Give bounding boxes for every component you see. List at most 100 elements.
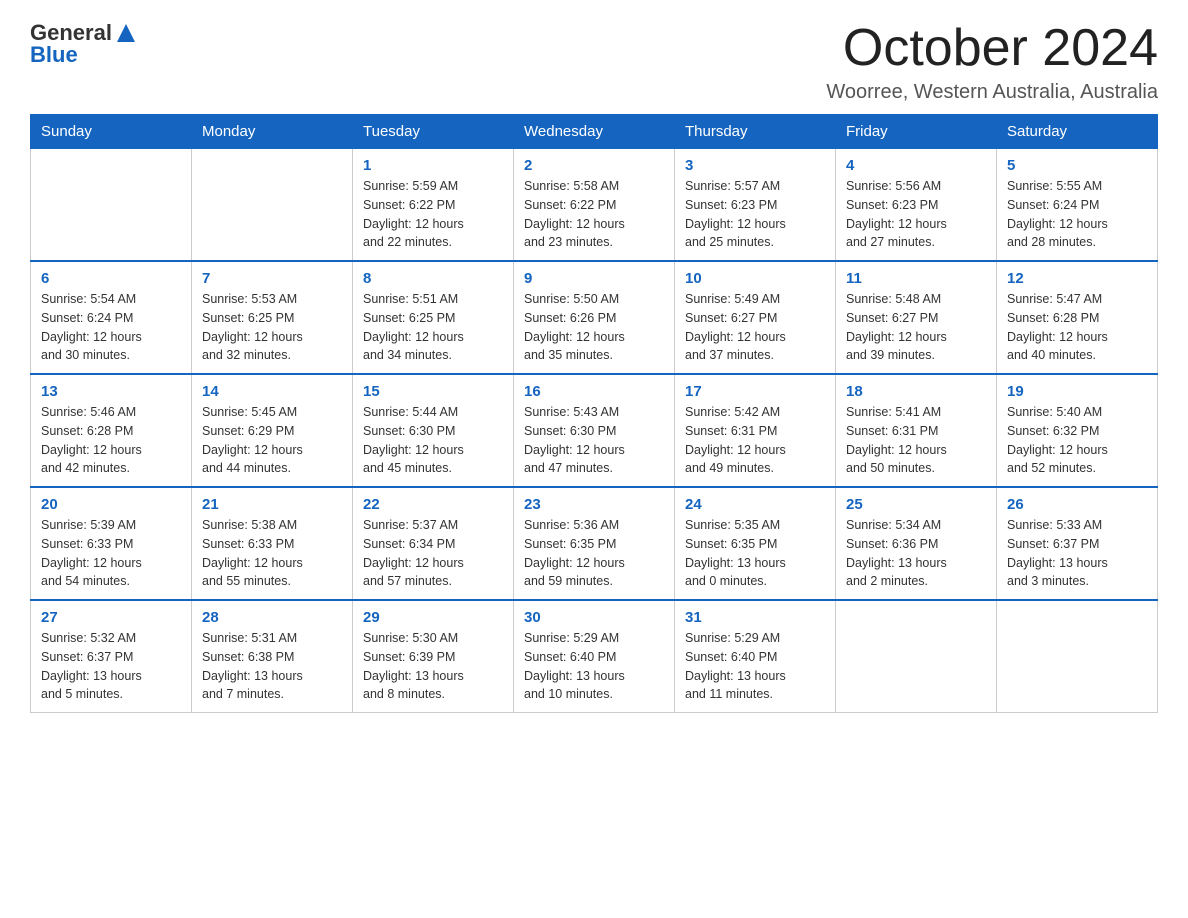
logo: General Blue bbox=[30, 20, 137, 68]
calendar-table: SundayMondayTuesdayWednesdayThursdayFrid… bbox=[30, 114, 1158, 713]
day-info: Sunrise: 5:43 AMSunset: 6:30 PMDaylight:… bbox=[524, 403, 664, 478]
calendar-cell: 15Sunrise: 5:44 AMSunset: 6:30 PMDayligh… bbox=[353, 374, 514, 487]
day-info: Sunrise: 5:37 AMSunset: 6:34 PMDaylight:… bbox=[363, 516, 503, 591]
day-number: 16 bbox=[524, 383, 664, 400]
day-info: Sunrise: 5:33 AMSunset: 6:37 PMDaylight:… bbox=[1007, 516, 1147, 591]
day-number: 14 bbox=[202, 383, 342, 400]
calendar-cell: 1 Sunrise: 5:59 AMSunset: 6:22 PMDaylight… bbox=[353, 149, 514, 262]
day-info: Sunrise: 5:57 AMSunset: 6:23 PMDaylight:… bbox=[685, 177, 825, 252]
day-info: Sunrise: 5:46 AMSunset: 6:28 PMDaylight:… bbox=[41, 403, 181, 478]
calendar-cell: 13 Sunrise: 5:46 AMSunset: 6:28 PMDayligh… bbox=[31, 374, 192, 487]
calendar-day-header: Wednesday bbox=[514, 115, 675, 149]
calendar-day-header: Tuesday bbox=[353, 115, 514, 149]
day-info: Sunrise: 5:40 AMSunset: 6:32 PMDaylight:… bbox=[1007, 403, 1147, 478]
calendar-cell bbox=[31, 149, 192, 262]
calendar-cell: 10 Sunrise: 5:49 AMSunset: 6:27 PMDayligh… bbox=[675, 261, 836, 374]
day-number: 24 bbox=[685, 496, 825, 513]
day-info: Sunrise: 5:29 AMSunset: 6:40 PMDaylight:… bbox=[524, 629, 664, 704]
calendar-cell: 7 Sunrise: 5:53 AMSunset: 6:25 PMDaylight… bbox=[192, 261, 353, 374]
day-info: Sunrise: 5:45 AMSunset: 6:29 PMDaylight:… bbox=[202, 403, 342, 478]
day-number: 1 bbox=[363, 157, 503, 174]
day-info: Sunrise: 5:49 AMSunset: 6:27 PMDaylight:… bbox=[685, 290, 825, 365]
page-title: October 2024 bbox=[826, 20, 1158, 77]
day-number: 31 bbox=[685, 609, 825, 626]
day-number: 29 bbox=[363, 609, 503, 626]
day-info: Sunrise: 5:58 AMSunset: 6:22 PMDaylight:… bbox=[524, 177, 664, 252]
calendar-cell: 19 Sunrise: 5:40 AMSunset: 6:32 PMDayligh… bbox=[997, 374, 1158, 487]
day-info: Sunrise: 5:59 AMSunset: 6:22 PMDaylight:… bbox=[363, 177, 503, 252]
title-section: October 2024 Woorree, Western Australia,… bbox=[826, 20, 1158, 104]
calendar-week-row: 6Sunrise: 5:54 AMSunset: 6:24 PMDaylight… bbox=[31, 261, 1158, 374]
day-number: 12 bbox=[1007, 270, 1147, 287]
calendar-cell: 5Sunrise: 5:55 AMSunset: 6:24 PMDaylight… bbox=[997, 149, 1158, 262]
calendar-cell bbox=[836, 600, 997, 713]
calendar-cell: 31 Sunrise: 5:29 AMSunset: 6:40 PMDayligh… bbox=[675, 600, 836, 713]
calendar-cell: 24 Sunrise: 5:35 AMSunset: 6:35 PMDayligh… bbox=[675, 487, 836, 600]
day-info: Sunrise: 5:36 AMSunset: 6:35 PMDaylight:… bbox=[524, 516, 664, 591]
day-info: Sunrise: 5:44 AMSunset: 6:30 PMDaylight:… bbox=[363, 403, 503, 478]
calendar-cell: 11Sunrise: 5:48 AMSunset: 6:27 PMDayligh… bbox=[836, 261, 997, 374]
day-info: Sunrise: 5:48 AMSunset: 6:27 PMDaylight:… bbox=[846, 290, 986, 365]
day-number: 21 bbox=[202, 496, 342, 513]
calendar-cell: 3 Sunrise: 5:57 AMSunset: 6:23 PMDaylight… bbox=[675, 149, 836, 262]
calendar-cell: 27 Sunrise: 5:32 AMSunset: 6:37 PMDayligh… bbox=[31, 600, 192, 713]
day-number: 30 bbox=[524, 609, 664, 626]
calendar-cell bbox=[997, 600, 1158, 713]
calendar-day-header: Monday bbox=[192, 115, 353, 149]
calendar-cell: 8 Sunrise: 5:51 AMSunset: 6:25 PMDaylight… bbox=[353, 261, 514, 374]
calendar-cell: 2 Sunrise: 5:58 AMSunset: 6:22 PMDaylight… bbox=[514, 149, 675, 262]
day-number: 2 bbox=[524, 157, 664, 174]
day-number: 3 bbox=[685, 157, 825, 174]
day-number: 19 bbox=[1007, 383, 1147, 400]
calendar-day-header: Friday bbox=[836, 115, 997, 149]
calendar-cell: 28 Sunrise: 5:31 AMSunset: 6:38 PMDayligh… bbox=[192, 600, 353, 713]
day-info: Sunrise: 5:50 AMSunset: 6:26 PMDaylight:… bbox=[524, 290, 664, 365]
calendar-cell: 30 Sunrise: 5:29 AMSunset: 6:40 PMDayligh… bbox=[514, 600, 675, 713]
logo-blue-text: Blue bbox=[30, 42, 78, 68]
day-number: 5 bbox=[1007, 157, 1147, 174]
day-number: 22 bbox=[363, 496, 503, 513]
calendar-cell: 6Sunrise: 5:54 AMSunset: 6:24 PMDaylight… bbox=[31, 261, 192, 374]
logo-triangle-icon bbox=[115, 22, 137, 44]
day-info: Sunrise: 5:29 AMSunset: 6:40 PMDaylight:… bbox=[685, 629, 825, 704]
day-number: 26 bbox=[1007, 496, 1147, 513]
day-number: 4 bbox=[846, 157, 986, 174]
calendar-cell: 4 Sunrise: 5:56 AMSunset: 6:23 PMDaylight… bbox=[836, 149, 997, 262]
calendar-header-row: SundayMondayTuesdayWednesdayThursdayFrid… bbox=[31, 115, 1158, 149]
calendar-week-row: 27 Sunrise: 5:32 AMSunset: 6:37 PMDayligh… bbox=[31, 600, 1158, 713]
calendar-cell: 23 Sunrise: 5:36 AMSunset: 6:35 PMDayligh… bbox=[514, 487, 675, 600]
day-number: 7 bbox=[202, 270, 342, 287]
day-number: 27 bbox=[41, 609, 181, 626]
calendar-cell: 18Sunrise: 5:41 AMSunset: 6:31 PMDayligh… bbox=[836, 374, 997, 487]
page-header: General Blue October 2024 Woorree, Weste… bbox=[30, 20, 1158, 104]
day-number: 17 bbox=[685, 383, 825, 400]
calendar-cell: 29Sunrise: 5:30 AMSunset: 6:39 PMDayligh… bbox=[353, 600, 514, 713]
calendar-cell: 22 Sunrise: 5:37 AMSunset: 6:34 PMDayligh… bbox=[353, 487, 514, 600]
calendar-cell: 17Sunrise: 5:42 AMSunset: 6:31 PMDayligh… bbox=[675, 374, 836, 487]
day-number: 20 bbox=[41, 496, 181, 513]
calendar-cell: 12Sunrise: 5:47 AMSunset: 6:28 PMDayligh… bbox=[997, 261, 1158, 374]
day-number: 28 bbox=[202, 609, 342, 626]
day-info: Sunrise: 5:53 AMSunset: 6:25 PMDaylight:… bbox=[202, 290, 342, 365]
calendar-day-header: Thursday bbox=[675, 115, 836, 149]
day-info: Sunrise: 5:35 AMSunset: 6:35 PMDaylight:… bbox=[685, 516, 825, 591]
day-info: Sunrise: 5:31 AMSunset: 6:38 PMDaylight:… bbox=[202, 629, 342, 704]
calendar-cell: 14 Sunrise: 5:45 AMSunset: 6:29 PMDayligh… bbox=[192, 374, 353, 487]
calendar-cell: 16 Sunrise: 5:43 AMSunset: 6:30 PMDayligh… bbox=[514, 374, 675, 487]
day-info: Sunrise: 5:51 AMSunset: 6:25 PMDaylight:… bbox=[363, 290, 503, 365]
calendar-week-row: 13 Sunrise: 5:46 AMSunset: 6:28 PMDayligh… bbox=[31, 374, 1158, 487]
day-info: Sunrise: 5:41 AMSunset: 6:31 PMDaylight:… bbox=[846, 403, 986, 478]
day-number: 9 bbox=[524, 270, 664, 287]
day-info: Sunrise: 5:56 AMSunset: 6:23 PMDaylight:… bbox=[846, 177, 986, 252]
day-number: 10 bbox=[685, 270, 825, 287]
day-number: 23 bbox=[524, 496, 664, 513]
calendar-cell: 21Sunrise: 5:38 AMSunset: 6:33 PMDayligh… bbox=[192, 487, 353, 600]
calendar-cell: 26 Sunrise: 5:33 AMSunset: 6:37 PMDayligh… bbox=[997, 487, 1158, 600]
day-number: 13 bbox=[41, 383, 181, 400]
calendar-cell: 9 Sunrise: 5:50 AMSunset: 6:26 PMDaylight… bbox=[514, 261, 675, 374]
day-number: 8 bbox=[363, 270, 503, 287]
day-number: 6 bbox=[41, 270, 181, 287]
day-info: Sunrise: 5:39 AMSunset: 6:33 PMDaylight:… bbox=[41, 516, 181, 591]
day-number: 25 bbox=[846, 496, 986, 513]
day-info: Sunrise: 5:32 AMSunset: 6:37 PMDaylight:… bbox=[41, 629, 181, 704]
